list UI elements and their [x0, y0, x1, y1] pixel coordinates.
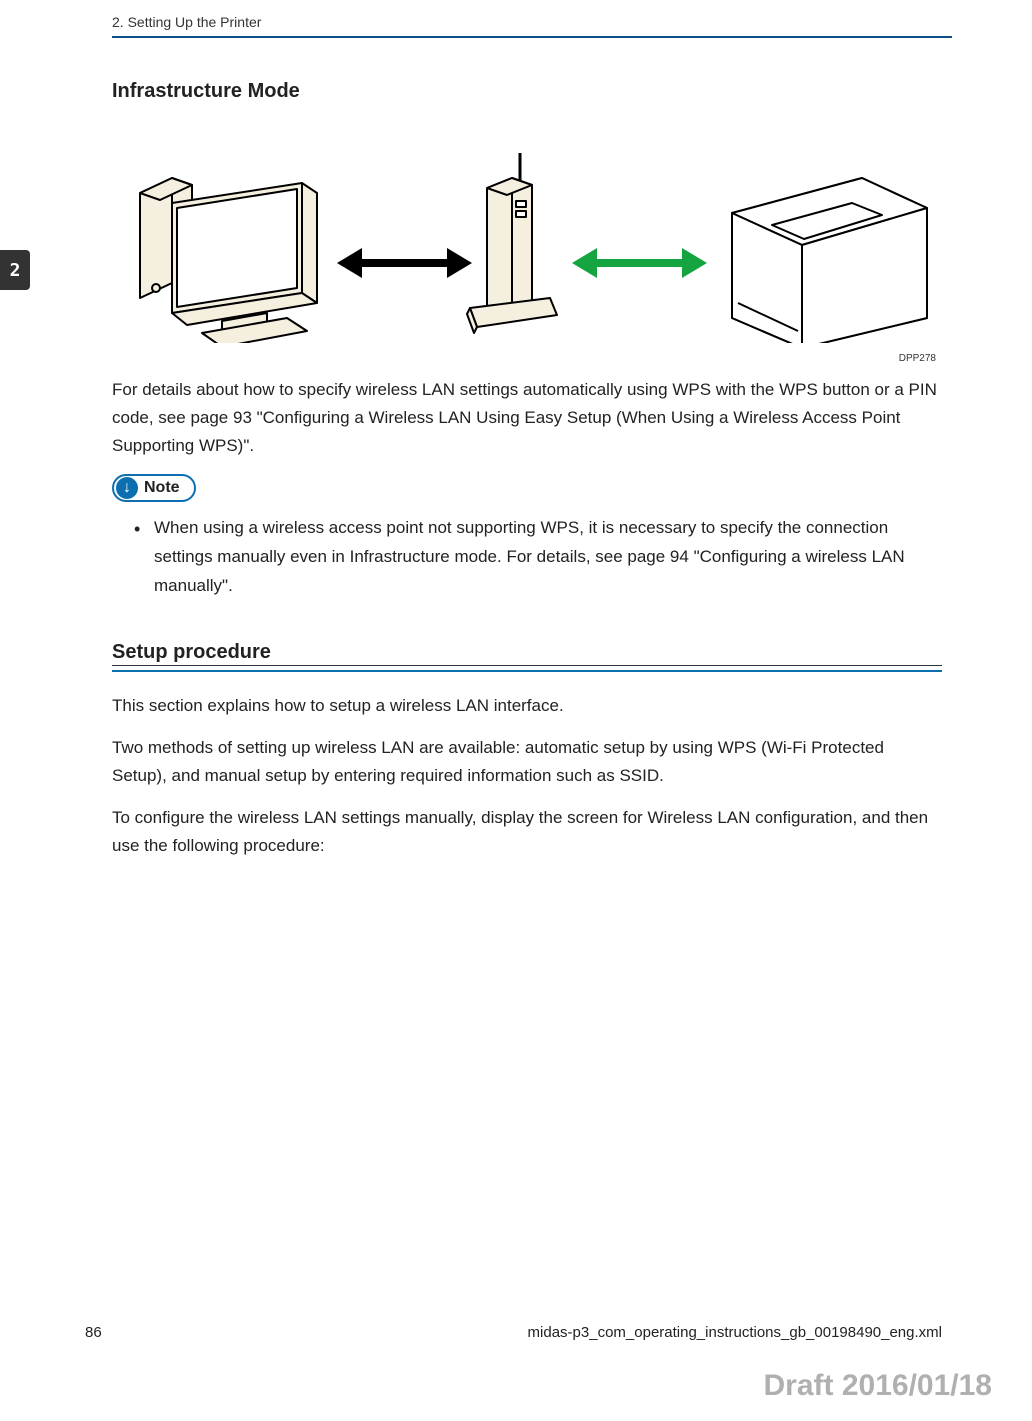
footer-filename: midas-p3_com_operating_instructions_gb_0…	[528, 1324, 942, 1341]
down-arrow-icon: ↓	[116, 477, 138, 499]
subsection-p2: Two methods of setting up wireless LAN a…	[112, 734, 942, 790]
subsection-p1: This section explains how to setup a wir…	[112, 692, 942, 720]
note-item: When using a wireless access point not s…	[134, 514, 942, 601]
diagram-svg	[112, 133, 932, 343]
note-label: ↓ Note	[112, 474, 196, 502]
chapter-label: 2. Setting Up the Printer	[112, 14, 261, 30]
page-footer: 86 midas-p3_com_operating_instructions_g…	[85, 1324, 942, 1341]
note-list: When using a wireless access point not s…	[112, 514, 942, 601]
section-title: Infrastructure Mode	[112, 80, 942, 103]
paragraph-wps-details: For details about how to specify wireles…	[112, 376, 942, 460]
black-arrow-icon	[337, 248, 472, 278]
page-header: 2. Setting Up the Printer	[112, 14, 952, 38]
note-label-text: Note	[144, 479, 180, 497]
subsection-setup-procedure: Setup procedure This section explains ho…	[112, 641, 942, 860]
computer-icon	[140, 178, 317, 343]
draft-stamp: Draft 2016/01/18	[764, 1369, 993, 1403]
subsection-p3: To configure the wireless LAN settings m…	[112, 804, 942, 860]
chapter-number: 2	[10, 260, 21, 281]
main-content: Infrastructure Mode	[112, 80, 942, 874]
infrastructure-diagram	[112, 133, 942, 343]
diagram-caption: DPP278	[112, 353, 942, 364]
subsection-title: Setup procedure	[112, 641, 942, 672]
green-arrow-icon	[572, 248, 707, 278]
printer-icon	[732, 133, 927, 343]
page-number: 86	[85, 1324, 102, 1341]
chapter-tab: 2	[0, 250, 30, 290]
router-icon	[467, 153, 557, 333]
